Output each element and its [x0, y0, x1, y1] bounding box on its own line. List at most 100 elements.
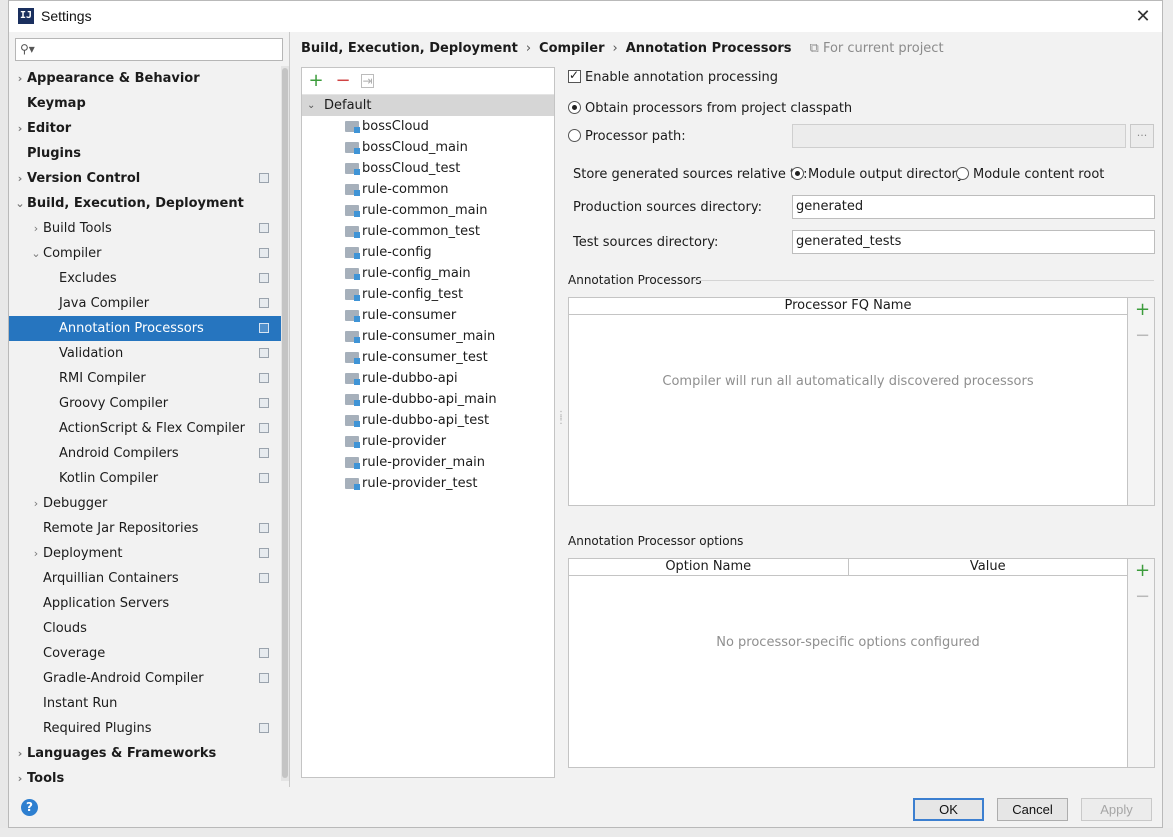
chevron-right-icon[interactable]: ›: [14, 66, 26, 91]
nav-item[interactable]: Instant Run: [9, 691, 281, 716]
nav-item[interactable]: Application Servers: [9, 591, 281, 616]
processors-table[interactable]: Processor FQ Name Compiler will run all …: [568, 297, 1128, 506]
search-input[interactable]: ⚲▾: [15, 38, 283, 61]
module-node[interactable]: rule-provider: [302, 431, 554, 452]
module-node[interactable]: rule-consumer: [302, 305, 554, 326]
nav-item[interactable]: Validation: [9, 341, 281, 366]
column-header-option-name[interactable]: Option Name: [569, 559, 849, 575]
module-label: rule-common_test: [362, 224, 480, 239]
module-content-radio[interactable]: [956, 167, 969, 180]
nav-item[interactable]: Kotlin Compiler: [9, 466, 281, 491]
processor-path-radio[interactable]: [568, 129, 581, 142]
module-node[interactable]: rule-dubbo-api_test: [302, 410, 554, 431]
processor-path-field[interactable]: [792, 124, 1126, 148]
module-label: rule-consumer: [362, 308, 457, 323]
move-to-profile-icon[interactable]: ⇥: [361, 74, 374, 88]
help-icon[interactable]: ?: [21, 799, 38, 816]
nav-item[interactable]: › Version Control: [9, 166, 281, 191]
module-folder-icon: [345, 352, 360, 364]
nav-item[interactable]: ActionScript & Flex Compiler: [9, 416, 281, 441]
search-icon[interactable]: ⚲▾: [20, 42, 35, 56]
chevron-down-icon[interactable]: ⌄: [14, 191, 26, 216]
nav-item[interactable]: Java Compiler: [9, 291, 281, 316]
nav-item[interactable]: Annotation Processors: [9, 316, 281, 341]
chevron-right-icon[interactable]: ›: [14, 741, 26, 766]
module-node[interactable]: rule-config_test: [302, 284, 554, 305]
nav-item[interactable]: Coverage: [9, 641, 281, 666]
nav-item[interactable]: ⌄ Build, Execution, Deployment: [9, 191, 281, 216]
module-node[interactable]: rule-common_test: [302, 221, 554, 242]
obtain-classpath-radio[interactable]: [568, 101, 581, 114]
chevron-right-icon[interactable]: ›: [30, 216, 42, 241]
nav-item[interactable]: ⌄ Compiler: [9, 241, 281, 266]
nav-item[interactable]: Clouds: [9, 616, 281, 641]
browse-button[interactable]: ...: [1130, 124, 1154, 148]
test-sources-field[interactable]: generated_tests: [792, 230, 1155, 254]
module-node[interactable]: rule-provider_main: [302, 452, 554, 473]
module-node[interactable]: rule-dubbo-api: [302, 368, 554, 389]
chevron-right-icon[interactable]: ›: [14, 766, 26, 791]
production-sources-field[interactable]: generated: [792, 195, 1155, 219]
cancel-button[interactable]: Cancel: [997, 798, 1068, 821]
apply-button[interactable]: Apply: [1081, 798, 1152, 821]
chevron-right-icon[interactable]: ›: [14, 116, 26, 141]
module-output-radio[interactable]: [791, 167, 804, 180]
nav-item[interactable]: Gradle-Android Compiler: [9, 666, 281, 691]
module-node[interactable]: rule-dubbo-api_main: [302, 389, 554, 410]
module-output-option[interactable]: Module output directory: [791, 167, 965, 182]
close-icon[interactable]: ✕: [1132, 6, 1154, 28]
enable-processing-option[interactable]: Enable annotation processing: [568, 68, 778, 85]
enable-processing-checkbox[interactable]: [568, 68, 581, 83]
module-node[interactable]: rule-consumer_test: [302, 347, 554, 368]
ok-button[interactable]: OK: [913, 798, 984, 821]
tree-root-default[interactable]: ⌄ Default: [302, 95, 554, 116]
remove-processor-icon[interactable]: −: [1135, 327, 1150, 345]
chevron-right-icon[interactable]: ›: [30, 491, 42, 516]
settings-nav: ⚲▾ › Appearance & Behavior Keymap › Editor Pl…: [9, 32, 290, 787]
module-node[interactable]: rule-common: [302, 179, 554, 200]
nav-item[interactable]: › Deployment: [9, 541, 281, 566]
nav-item[interactable]: Remote Jar Repositories: [9, 516, 281, 541]
module-node[interactable]: rule-common_main: [302, 200, 554, 221]
options-table[interactable]: Option Name Value No processor-specific …: [568, 558, 1128, 768]
chevron-down-icon[interactable]: ⌄: [307, 95, 315, 116]
nav-item[interactable]: › Languages & Frameworks: [9, 741, 281, 766]
column-header-fq-name[interactable]: Processor FQ Name: [569, 298, 1127, 314]
module-node[interactable]: bossCloud_test: [302, 158, 554, 179]
module-node[interactable]: rule-provider_test: [302, 473, 554, 494]
nav-item[interactable]: Excludes: [9, 266, 281, 291]
nav-item[interactable]: › Editor: [9, 116, 281, 141]
nav-item[interactable]: › Appearance & Behavior: [9, 66, 281, 91]
add-option-icon[interactable]: +: [1135, 562, 1150, 580]
add-profile-icon[interactable]: +: [307, 72, 325, 90]
chevron-right-icon[interactable]: ›: [30, 541, 42, 566]
nav-item[interactable]: › Debugger: [9, 491, 281, 516]
chevron-down-icon[interactable]: ⌄: [30, 241, 42, 266]
nav-item[interactable]: Groovy Compiler: [9, 391, 281, 416]
obtain-classpath-option[interactable]: Obtain processors from project classpath: [568, 101, 852, 116]
chevron-right-icon[interactable]: ›: [14, 166, 26, 191]
module-node[interactable]: rule-consumer_main: [302, 326, 554, 347]
nav-scrollbar-thumb[interactable]: [282, 68, 288, 778]
nav-item[interactable]: Android Compilers: [9, 441, 281, 466]
module-content-option[interactable]: Module content root: [956, 167, 1104, 182]
nav-item-label: Remote Jar Repositories: [43, 521, 199, 536]
remove-profile-icon[interactable]: −: [334, 72, 352, 90]
nav-item[interactable]: › Build Tools: [9, 216, 281, 241]
nav-item[interactable]: Keymap: [9, 91, 281, 116]
processor-path-option[interactable]: Processor path:: [568, 129, 686, 144]
nav-item[interactable]: Arquillian Containers: [9, 566, 281, 591]
nav-item[interactable]: RMI Compiler: [9, 366, 281, 391]
module-node[interactable]: rule-config_main: [302, 263, 554, 284]
nav-item[interactable]: › Tools: [9, 766, 281, 791]
nav-item[interactable]: Plugins: [9, 141, 281, 166]
splitter-handle[interactable]: ⋮ ⋮: [556, 411, 566, 426]
remove-option-icon[interactable]: −: [1135, 588, 1150, 606]
column-header-value[interactable]: Value: [849, 559, 1128, 575]
nav-item[interactable]: Required Plugins: [9, 716, 281, 741]
module-node[interactable]: bossCloud: [302, 116, 554, 137]
nav-scrollbar[interactable]: [281, 66, 289, 781]
add-processor-icon[interactable]: +: [1135, 301, 1150, 319]
module-node[interactable]: rule-config: [302, 242, 554, 263]
module-node[interactable]: bossCloud_main: [302, 137, 554, 158]
